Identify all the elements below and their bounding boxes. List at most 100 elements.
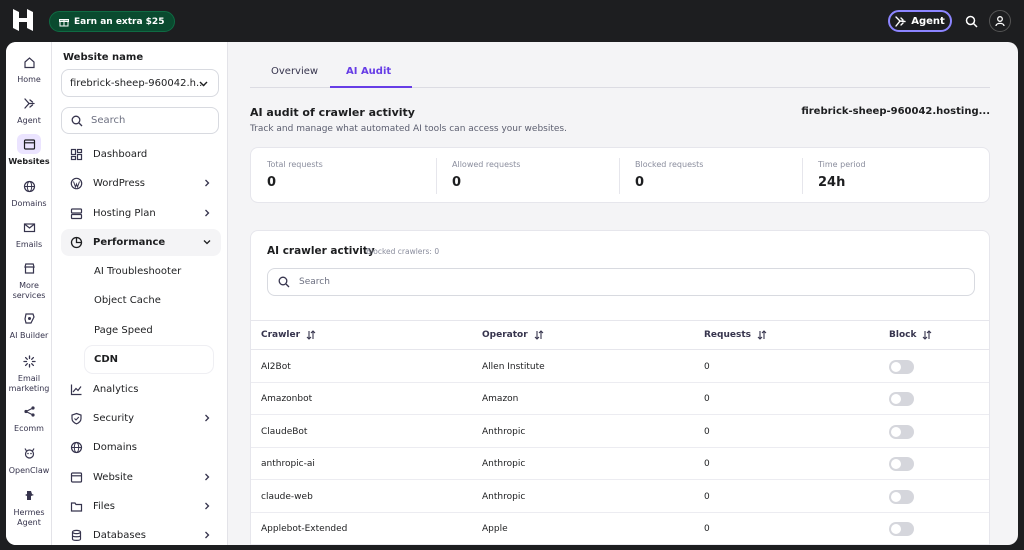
blocked-crawlers-count: Blocked crawlers: 0 xyxy=(366,247,440,256)
search-icon[interactable] xyxy=(960,10,982,32)
chevron-right-icon xyxy=(205,414,210,422)
sidebar-item-databases[interactable]: Databases xyxy=(61,522,221,545)
chevron-right-icon xyxy=(205,179,210,187)
agent-button[interactable]: Agent xyxy=(888,10,952,32)
wordpress-icon xyxy=(68,176,84,192)
browser-icon xyxy=(17,134,41,154)
block-toggle[interactable] xyxy=(889,457,914,471)
audit-subtitle: Track and manage what automated AI tools… xyxy=(250,124,567,134)
folder-icon xyxy=(68,499,84,515)
tab-ai-audit[interactable]: AI Audit xyxy=(346,66,391,77)
rail-item-emails[interactable]: Emails xyxy=(6,217,52,250)
table-row: AI2Bot Allen Institute 0 xyxy=(251,351,989,383)
earn-label: Earn an extra $25 xyxy=(74,16,165,27)
sidebar-subitem-page-speed[interactable]: Page Speed xyxy=(85,317,213,344)
website-sidebar: Website name firebrick-sheep-960042.h...… xyxy=(52,42,228,545)
sidebar-item-security[interactable]: Security xyxy=(61,405,221,432)
rail-item-ecomm[interactable]: Ecomm xyxy=(6,401,52,434)
table-row: ClaudeBot Anthropic 0 xyxy=(251,416,989,448)
table-row: anthropic-ai Anthropic 0 xyxy=(251,448,989,480)
sort-icon xyxy=(306,330,316,340)
website-select-value: firebrick-sheep-960042.h... xyxy=(70,77,206,89)
browser-icon xyxy=(68,470,84,486)
globe-icon xyxy=(68,440,84,456)
rail-item-websites[interactable]: Websites xyxy=(6,134,52,167)
rail-item-home[interactable]: Home xyxy=(6,52,52,85)
chevron-down-icon xyxy=(199,81,208,87)
earn-referral-button[interactable]: Earn an extra $25 xyxy=(49,11,176,32)
tab-bar: Overview AI Audit xyxy=(250,58,990,88)
audit-host: firebrick-sheep-960042.hosting... xyxy=(801,106,990,117)
rail-item-more-services[interactable]: More services xyxy=(6,258,52,301)
search-icon xyxy=(71,115,83,126)
column-header-crawler[interactable]: Crawler xyxy=(261,330,316,340)
audit-title: AI audit of crawler activity xyxy=(250,106,415,119)
hermes-icon xyxy=(17,485,41,505)
hostinger-logo-icon[interactable] xyxy=(12,8,34,32)
sidebar-item-wordpress[interactable]: WordPress xyxy=(61,170,221,197)
rail-item-ai-builder[interactable]: AI Builder xyxy=(6,308,52,341)
sidebar-item-website[interactable]: Website xyxy=(61,464,221,491)
stat-blocked-requests: Blocked requests 0 xyxy=(619,148,804,204)
rail-item-hermes-agent[interactable]: Hermes Agent xyxy=(6,485,52,528)
chart-line-icon xyxy=(68,382,84,398)
rail-item-openclaw[interactable]: OpenClaw xyxy=(6,443,52,476)
mail-icon xyxy=(17,217,41,237)
sort-icon xyxy=(534,330,544,340)
sort-icon xyxy=(923,330,932,340)
table-row: Applebot-Extended Apple 0 xyxy=(251,513,989,545)
icon-rail: Home Agent Websites Domains Emails More … xyxy=(6,42,52,545)
chevron-right-icon xyxy=(205,502,210,510)
rail-item-email-marketing[interactable]: Email marketing xyxy=(6,351,52,394)
database-icon xyxy=(68,528,84,544)
gift-icon xyxy=(59,18,69,26)
stat-allowed-requests: Allowed requests 0 xyxy=(436,148,621,204)
app-frame: Home Agent Websites Domains Emails More … xyxy=(6,42,1018,545)
crawler-activity-card: AI crawler activity Blocked crawlers: 0 … xyxy=(250,230,990,545)
block-toggle[interactable] xyxy=(889,522,914,536)
stats-card: Total requests 0 Allowed requests 0 Bloc… xyxy=(250,147,990,203)
top-bar: Earn an extra $25 Agent xyxy=(0,0,1024,42)
sidebar-subitem-cdn[interactable]: CDN xyxy=(85,346,213,373)
sidebar-item-analytics[interactable]: Analytics xyxy=(61,376,221,403)
sidebar-subitem-object-cache[interactable]: Object Cache xyxy=(85,287,213,314)
sidebar-item-hosting-plan[interactable]: Hosting Plan xyxy=(61,200,221,227)
sort-icon xyxy=(757,330,767,340)
block-toggle[interactable] xyxy=(889,490,914,504)
website-select[interactable]: firebrick-sheep-960042.h... xyxy=(61,69,219,97)
sidebar-subitem-ai-troubleshooter[interactable]: AI Troubleshooter xyxy=(85,258,213,285)
chevron-right-icon xyxy=(205,209,210,217)
globe-icon xyxy=(17,176,41,196)
main-content: Overview AI Audit AI audit of crawler ac… xyxy=(228,42,1018,545)
crawler-search-placeholder: Search xyxy=(299,277,330,287)
agent-spark-icon xyxy=(895,15,906,27)
store-icon xyxy=(17,258,41,278)
sidebar-search-input[interactable]: Search xyxy=(61,107,219,134)
agent-icon xyxy=(17,93,41,113)
sidebar-item-dashboard[interactable]: Dashboard xyxy=(61,141,221,168)
share-icon xyxy=(17,401,41,421)
stat-total-requests: Total requests 0 xyxy=(267,160,323,190)
shield-icon xyxy=(68,411,84,427)
column-header-requests[interactable]: Requests xyxy=(704,330,767,340)
home-icon xyxy=(17,52,41,72)
rail-item-domains[interactable]: Domains xyxy=(6,176,52,209)
rail-item-agent[interactable]: Agent xyxy=(6,93,52,126)
sidebar-item-performance[interactable]: Performance xyxy=(61,229,221,256)
pie-chart-icon xyxy=(68,235,84,251)
column-header-operator[interactable]: Operator xyxy=(482,330,544,340)
block-toggle[interactable] xyxy=(889,360,914,374)
sidebar-item-domains[interactable]: Domains xyxy=(61,434,221,461)
block-toggle[interactable] xyxy=(889,425,914,439)
chevron-right-icon xyxy=(205,473,210,481)
account-icon[interactable] xyxy=(989,10,1011,32)
column-header-block[interactable]: Block xyxy=(889,330,932,340)
tab-overview[interactable]: Overview xyxy=(271,66,318,77)
server-icon xyxy=(68,206,84,222)
sparkle-icon xyxy=(17,351,41,371)
chevron-right-icon xyxy=(205,531,210,539)
crawler-search-input[interactable]: Search xyxy=(267,268,975,296)
table-row: Amazonbot Amazon 0 xyxy=(251,383,989,415)
sidebar-item-files[interactable]: Files xyxy=(61,493,221,520)
block-toggle[interactable] xyxy=(889,392,914,406)
